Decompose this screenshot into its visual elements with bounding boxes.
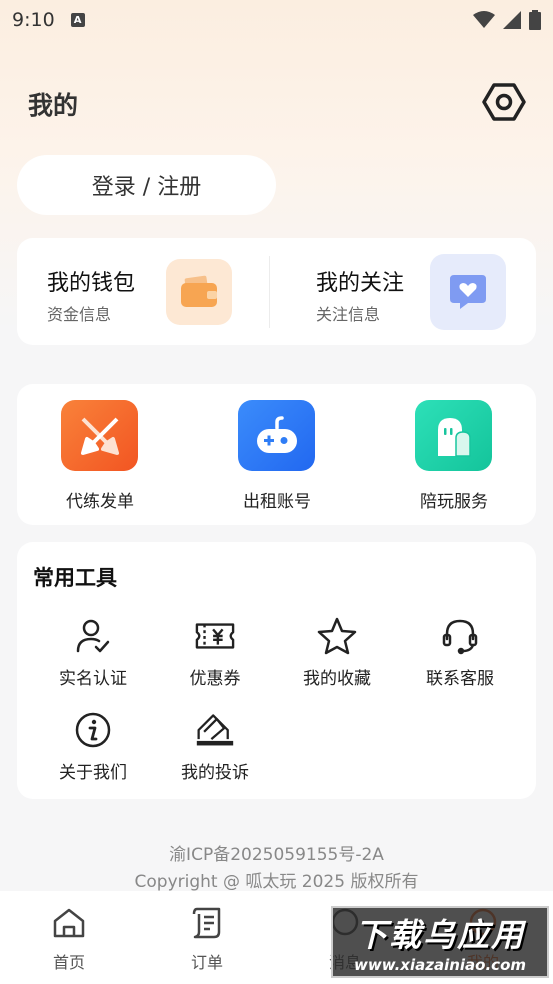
service-rent-account[interactable]: 出租账号: [212, 384, 342, 525]
crossed-swords-icon: [61, 400, 138, 471]
user-check-icon: [73, 616, 113, 656]
battery-icon: [529, 10, 541, 30]
wifi-icon: [473, 11, 495, 28]
follow-subtitle: 关注信息: [316, 305, 381, 324]
watermark-overlay: 下载乌应用 www.xiazainiao.com: [331, 906, 549, 978]
nav-home[interactable]: 首页: [0, 891, 138, 984]
tool-label: 我的投诉: [181, 763, 249, 783]
companion-ghost-icon: [415, 400, 492, 471]
complaint-envelope-icon: [195, 710, 235, 750]
tools-title: 常用工具: [33, 566, 117, 590]
login-register-button[interactable]: 登录 / 注册: [17, 155, 276, 215]
wallet-follow-card: 我的钱包 资金信息 我的关注 关注信息: [17, 238, 536, 345]
headset-icon: [440, 616, 480, 656]
service-companion[interactable]: 陪玩服务: [389, 384, 519, 525]
common-tools-card: 常用工具 实名认证 优惠券 我的收藏 联系客服 关于我们 我的投诉: [17, 542, 536, 799]
heart-chat-icon: [430, 254, 506, 330]
my-wallet-entry[interactable]: 我的钱包 资金信息: [17, 238, 269, 345]
wallet-icon: [166, 259, 232, 325]
tool-my-complaints[interactable]: 我的投诉: [155, 710, 275, 790]
icp-license[interactable]: 渝ICP备2025059155号-2A: [0, 840, 553, 865]
service-label: 陪玩服务: [420, 492, 488, 512]
tool-customer-service[interactable]: 联系客服: [400, 616, 520, 696]
wallet-title: 我的钱包: [47, 271, 136, 296]
gamepad-icon: [238, 400, 315, 471]
tool-label: 优惠券: [189, 669, 241, 689]
tool-coupon[interactable]: 优惠券: [155, 616, 275, 696]
watermark-title: 下载乌应用: [354, 916, 525, 954]
order-icon: [188, 905, 226, 941]
wallet-subtitle: 资金信息: [47, 305, 112, 324]
settings-button[interactable]: [482, 82, 526, 122]
nav-label: 首页: [52, 953, 85, 972]
status-time: 9:10: [12, 9, 55, 31]
tool-label: 实名认证: [59, 669, 127, 689]
signal-icon: [503, 11, 521, 29]
my-follow-entry[interactable]: 我的关注 关注信息: [270, 238, 536, 345]
coupon-icon: [195, 616, 235, 656]
star-icon: [317, 616, 357, 656]
service-label: 出租账号: [243, 492, 311, 512]
tool-real-name-verify[interactable]: 实名认证: [33, 616, 153, 696]
tool-label: 我的收藏: [303, 669, 371, 689]
page-title: 我的: [28, 91, 79, 120]
status-bar: 9:10 A: [0, 0, 553, 40]
service-label: 代练发单: [66, 492, 134, 512]
notification-icon: A: [70, 13, 85, 27]
nav-orders[interactable]: 订单: [138, 891, 276, 984]
status-icons: [473, 10, 541, 30]
settings-hexagon-icon: [482, 83, 526, 121]
tool-about-us[interactable]: 关于我们: [33, 710, 153, 790]
service-boosting[interactable]: 代练发单: [35, 384, 165, 525]
tool-my-favorites[interactable]: 我的收藏: [277, 616, 397, 696]
services-card: 代练发单 出租账号 陪玩服务: [17, 384, 536, 525]
home-icon: [50, 905, 88, 941]
tool-label: 关于我们: [59, 763, 127, 783]
nav-label: 订单: [190, 953, 223, 972]
tool-label: 联系客服: [426, 669, 494, 689]
watermark-url: www.xiazainiao.com: [353, 956, 527, 974]
copyright: Copyright @ 呱太玩 2025 版权所有: [134, 872, 419, 892]
follow-title: 我的关注: [316, 271, 405, 296]
info-icon: [73, 710, 113, 750]
